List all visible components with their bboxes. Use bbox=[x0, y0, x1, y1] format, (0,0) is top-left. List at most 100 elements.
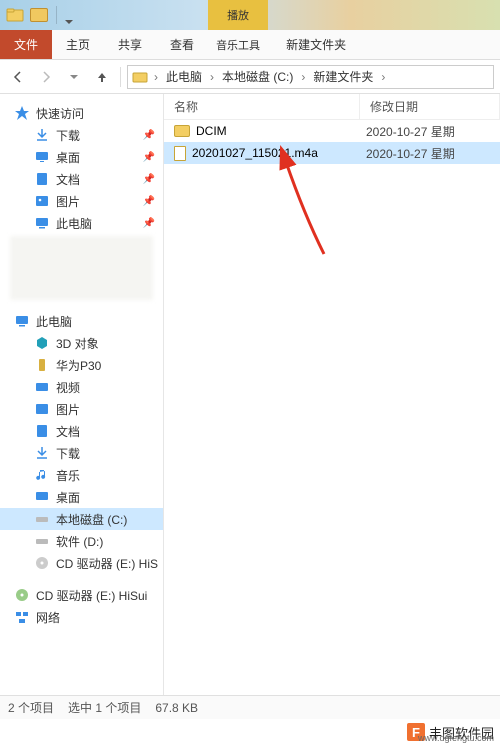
pin-icon: 📌 bbox=[143, 174, 155, 185]
tree-label: CD 驱动器 (E:) HiSui bbox=[36, 587, 147, 604]
tree-this-pc[interactable]: 此电脑 bbox=[0, 310, 163, 332]
drive-icon bbox=[34, 511, 50, 527]
tab-share[interactable]: 共享 bbox=[104, 30, 156, 59]
tree-label: 桌面 bbox=[56, 149, 80, 166]
video-icon bbox=[34, 379, 50, 395]
ribbon: 文件 主页 共享 查看 播放 音乐工具 新建文件夹 bbox=[0, 30, 500, 60]
music-tools-label: 音乐工具 bbox=[216, 37, 260, 53]
watermark-url: www.dgfengtu.com bbox=[418, 733, 494, 743]
file-name: DCIM bbox=[196, 124, 227, 138]
breadcrumb[interactable]: 新建文件夹 bbox=[309, 68, 377, 85]
3d-icon bbox=[34, 335, 50, 351]
pin-icon: 📌 bbox=[143, 196, 155, 207]
tree-item-thispc-pinned[interactable]: 此电脑 📌 bbox=[0, 212, 163, 234]
network-icon bbox=[14, 609, 30, 625]
chevron-right-icon[interactable]: › bbox=[208, 70, 216, 84]
document-icon bbox=[34, 171, 50, 187]
tree-label: 3D 对象 bbox=[56, 335, 99, 352]
status-item-count: 2 个项目 bbox=[8, 699, 54, 716]
document-icon bbox=[34, 423, 50, 439]
tree-label: 华为P30 bbox=[56, 357, 101, 374]
tree-item-desktop2[interactable]: 桌面 bbox=[0, 486, 163, 508]
tree-label: 网络 bbox=[36, 609, 60, 626]
qat-dropdown-icon[interactable] bbox=[65, 13, 73, 17]
tree-item-pictures[interactable]: 图片 📌 bbox=[0, 190, 163, 212]
breadcrumb[interactable]: 本地磁盘 (C:) bbox=[218, 68, 297, 85]
tree-item-downloads2[interactable]: 下载 bbox=[0, 442, 163, 464]
tree-item-downloads[interactable]: 下载 📌 bbox=[0, 124, 163, 146]
tree-item-network[interactable]: 网络 bbox=[0, 606, 163, 628]
tree-item-drive-d[interactable]: 软件 (D:) bbox=[0, 530, 163, 552]
cd-icon bbox=[34, 555, 50, 571]
column-headers: 名称 修改日期 bbox=[164, 94, 500, 120]
main-split: 快速访问 下载 📌 桌面 📌 文档 📌 图片 📌 bbox=[0, 94, 500, 695]
nav-forward-button[interactable] bbox=[34, 65, 58, 89]
column-name[interactable]: 名称 bbox=[164, 94, 360, 119]
context-play-label: 播放 bbox=[208, 0, 268, 30]
tree-item-cd-e[interactable]: CD 驱动器 (E:) HiS bbox=[0, 552, 163, 574]
file-date: 2020-10-27 星期 bbox=[360, 123, 500, 140]
nav-separator bbox=[120, 67, 121, 87]
desktop-icon bbox=[34, 489, 50, 505]
quick-access-toolbar bbox=[30, 6, 73, 24]
desktop-icon bbox=[34, 149, 50, 165]
status-selection: 选中 1 个项目 bbox=[68, 699, 141, 716]
chevron-right-icon[interactable]: › bbox=[299, 70, 307, 84]
tree-label: 快速访问 bbox=[36, 105, 84, 122]
tree-label: 下载 bbox=[56, 445, 80, 462]
tree-label: 桌面 bbox=[56, 489, 80, 506]
tree-item-cd-e-root[interactable]: CD 驱动器 (E:) HiSui bbox=[0, 584, 163, 606]
tree-item-pictures2[interactable]: 图片 bbox=[0, 398, 163, 420]
pc-icon bbox=[34, 215, 50, 231]
folder-icon bbox=[174, 125, 190, 137]
nav-back-button[interactable] bbox=[6, 65, 30, 89]
tree-label: 文档 bbox=[56, 423, 80, 440]
tree-label: 视频 bbox=[56, 379, 80, 396]
tree-quick-access[interactable]: 快速访问 bbox=[0, 102, 163, 124]
nav-recent-dropdown[interactable] bbox=[62, 65, 86, 89]
qat-separator bbox=[56, 6, 57, 24]
pin-icon: 📌 bbox=[143, 218, 155, 229]
file-icon bbox=[174, 146, 186, 161]
tree-label: 本地磁盘 (C:) bbox=[56, 511, 127, 528]
file-list-pane: 名称 修改日期 DCIM 2020-10-27 星期 20201027_1150… bbox=[164, 94, 500, 695]
chevron-right-icon[interactable]: › bbox=[152, 70, 160, 84]
tab-context-music[interactable]: 播放 音乐工具 bbox=[208, 30, 268, 59]
pc-icon bbox=[14, 313, 30, 329]
column-date[interactable]: 修改日期 bbox=[360, 94, 500, 119]
tree-item-phone[interactable]: 华为P30 bbox=[0, 354, 163, 376]
download-icon bbox=[34, 127, 50, 143]
tree-item-music[interactable]: 音乐 bbox=[0, 464, 163, 486]
nav-up-button[interactable] bbox=[90, 65, 114, 89]
tab-view[interactable]: 查看 bbox=[156, 30, 208, 59]
tree-item-documents[interactable]: 文档 📌 bbox=[0, 168, 163, 190]
tree-item-drive-c[interactable]: 本地磁盘 (C:) bbox=[0, 508, 163, 530]
qat-folder-icon[interactable] bbox=[30, 8, 48, 22]
tree-item-desktop[interactable]: 桌面 📌 bbox=[0, 146, 163, 168]
tree-item-videos[interactable]: 视频 bbox=[0, 376, 163, 398]
tree-label: 软件 (D:) bbox=[56, 533, 103, 550]
pictures-icon bbox=[34, 401, 50, 417]
file-row-selected[interactable]: 20201027_115021.m4a 2020-10-27 星期 bbox=[164, 142, 500, 164]
status-bar: 2 个项目 选中 1 个项目 67.8 KB bbox=[0, 695, 500, 719]
nav-row: › 此电脑 › 本地磁盘 (C:) › 新建文件夹 › bbox=[0, 60, 500, 94]
pictures-icon bbox=[34, 193, 50, 209]
chevron-right-icon[interactable]: › bbox=[379, 70, 387, 84]
tree-item-3d[interactable]: 3D 对象 bbox=[0, 332, 163, 354]
tab-home[interactable]: 主页 bbox=[52, 30, 104, 59]
folder-sys-icon bbox=[6, 6, 24, 24]
addr-folder-icon bbox=[132, 69, 148, 85]
status-size: 67.8 KB bbox=[155, 701, 198, 715]
tree-label: 此电脑 bbox=[56, 215, 92, 232]
file-row-folder[interactable]: DCIM 2020-10-27 星期 bbox=[164, 120, 500, 142]
download-icon bbox=[34, 445, 50, 461]
tree-item-documents2[interactable]: 文档 bbox=[0, 420, 163, 442]
nav-tree: 快速访问 下载 📌 桌面 📌 文档 📌 图片 📌 bbox=[0, 94, 164, 695]
tree-label: 图片 bbox=[56, 401, 80, 418]
annotation-arrow bbox=[274, 154, 334, 267]
pin-icon: 📌 bbox=[143, 130, 155, 141]
breadcrumb[interactable]: 此电脑 bbox=[162, 68, 206, 85]
pin-icon: 📌 bbox=[143, 152, 155, 163]
tab-file[interactable]: 文件 bbox=[0, 30, 52, 59]
address-bar[interactable]: › 此电脑 › 本地磁盘 (C:) › 新建文件夹 › bbox=[127, 65, 494, 89]
